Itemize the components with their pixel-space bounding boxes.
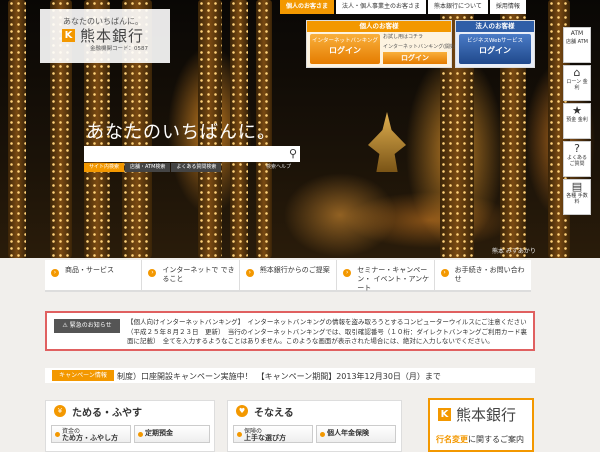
nav-proposals[interactable]: › 熊本銀行からのご提案 [240,260,338,290]
hero-catchphrase: あなたのいちばんに。 [86,122,276,143]
warning-icon: ⚠ [62,322,70,329]
how-to-save-button[interactable]: 資金の ため方・ふやし方 [51,425,131,443]
personal-login-box: 個人のお客様 インターネットバンキング ログイン お試し用はコチラ インターネッ… [306,20,462,68]
banner-subtitle: 行名変更に関するご案内 [436,434,524,445]
internet-banking-login-button[interactable]: インターネットバンキング ログイン [310,34,380,64]
campaign-text[interactable]: 制度）口座開設キャンペーン実施中！ 【キャンペーン期間】2013年12月30日（… [117,371,441,382]
topnav-personal[interactable]: 個人のお客さま [280,0,335,14]
heart-icon: ♥ [236,405,248,417]
star-icon: ★ [572,104,582,117]
search-icon[interactable]: ⚲ [289,147,297,160]
name-change-banner[interactable]: K 熊本銀行 行名変更に関するご案内 [428,398,534,452]
banner-subtitle-rest: に関するご案内 [468,435,524,444]
ib-button-label: インターネットバンキング [311,38,379,44]
ib-button-login: ログイン [329,46,361,55]
side-link-label: よくある ご質問 [566,155,587,167]
document-icon: ▤ [571,180,583,193]
photo-credit: 熊本 みずあかり [492,248,536,255]
chevron-right-icon: › [343,269,352,277]
banner-subtitle-bold: 行名変更 [436,435,468,444]
btn-big-label: 上手な選び方 [244,434,286,442]
pension-insurance-button[interactable]: 個人年金保険 [316,425,396,443]
bank-logo-icon: K [62,29,75,42]
campaign-label: キャンペーン情報 [52,370,114,381]
top-navigation: 個人のお客さま 法人・個人事業主のお客さま 熊本銀行について 採用情報 [278,0,526,14]
question-icon: ? [574,142,580,155]
corporate-login-box: 法人のお客様 ビジネスWebサービス ログイン [455,20,535,68]
chevron-right-icon: › [51,269,59,277]
biz-button-login: ログイン [479,46,511,55]
trial-link[interactable]: お試し用はコチラ [383,33,423,40]
side-link-atm[interactable]: ATM 店舗 ATM [563,27,591,63]
nav-label: セミナー・キャンペーン・ イベント・アンケート [357,266,430,292]
emergency-message[interactable]: 【個人向けインターネットバンキング】 インターネットバンキングの情報を盗み取ろう… [127,318,529,347]
banner-bank-name: 熊本銀行 [456,406,517,424]
nav-label: 商品・サービス [65,266,114,274]
chevron-right-icon: › [245,269,254,277]
time-deposit-button[interactable]: 定期預金 [134,425,210,443]
panel-prepare: ♥ そなえる 保険の 上手な選び方 個人年金保険 [227,400,402,452]
panel-save-title: ためる・ふやす [72,408,142,419]
main-navigation: › 商品・サービス › インターネットで できること › 熊本銀行からのご提案 › セミ… [45,260,531,292]
chevron-right-icon: › [148,269,157,277]
house-icon: ⌂ [573,66,581,79]
campaign-ticker: キャンペーン情報 制度）口座開設キャンペーン実施中！ 【キャンペーン期間】201… [45,368,535,383]
personal-login-title: 個人のお客様 [307,21,451,32]
yen-icon: ¥ [54,405,66,417]
business-web-login-button[interactable]: ビジネスWebサービス ログイン [459,34,531,64]
tab-faq-search[interactable]: よくある質問検索 [171,163,222,172]
topnav-about[interactable]: 熊本銀行について [428,0,488,14]
side-link-deposit[interactable]: ★ 預金 金利 [563,103,591,139]
tab-atm-search[interactable]: 店舗・ATM検索 [125,163,171,172]
btn-big-label: ため方・ふやし方 [62,434,118,442]
logo-bank-name[interactable]: 熊本銀行 [80,25,144,46]
btn-label: 個人年金保険 [327,429,369,437]
search-tabs: サイト内検索 店舗・ATM検索 よくある質問検索 [84,163,222,172]
side-link-label: 各種 手数料 [566,193,588,205]
chevron-right-icon: › [440,269,449,277]
side-link-label: 店舗 ATM [566,39,588,45]
btn-label: 定期預金 [145,429,173,437]
bullet-icon [55,432,60,437]
side-link-loan[interactable]: ⌂ ローン 金利 [563,65,591,101]
nav-internet[interactable]: › インターネットで できること [142,260,240,290]
bank-code: 金融機関コード：0587 [90,46,148,52]
nav-products[interactable]: › 商品・サービス [45,260,143,290]
nav-label: インターネットで できること [162,266,235,283]
tab-site-search[interactable]: サイト内検索 [84,163,125,172]
ib-start-label: インターネットバンキング(開始用) [383,44,463,50]
bullet-icon [138,432,143,437]
topnav-recruit[interactable]: 採用情報 [489,0,526,14]
side-link-fees[interactable]: ▤ 各種 手数料 [563,179,591,215]
bank-logo-icon: K [438,408,451,421]
corporate-login-title: 法人のお客様 [456,21,534,32]
emergency-notice: ⚠ 緊急のお知らせ 【個人向けインターネットバンキング】 インターネットバンキン… [45,311,535,351]
topnav-corporate[interactable]: 法人・個人事業主のお客さま [336,0,427,14]
insurance-guide-button[interactable]: 保険の 上手な選び方 [233,425,313,443]
nav-label: お手続き・お問い合わせ [454,266,525,283]
side-link-label: ローン 金利 [566,79,588,91]
emergency-label-text: 緊急のお知らせ [69,322,112,329]
search-help-link[interactable]: 検索ヘルプ [266,163,291,170]
bullet-icon [237,432,242,437]
bullet-icon [320,432,325,437]
site-search-input[interactable]: ⚲ [84,146,300,162]
panel-save: ¥ ためる・ふやす 資金の ため方・ふやし方 定期預金 [45,400,215,452]
atm-icon: ATM [570,30,584,37]
nav-label: 熊本銀行からのご提案 [259,266,330,274]
biz-button-label: ビジネスWebサービス [467,38,523,44]
emergency-label: ⚠ 緊急のお知らせ [54,319,120,333]
nav-seminars[interactable]: › セミナー・キャンペーン・ イベント・アンケート [337,260,435,292]
side-link-label: 預金 金利 [566,117,588,123]
panel-prepare-title: そなえる [254,408,294,419]
nav-procedures[interactable]: › お手続き・お問い合わせ [435,260,531,290]
bamboo-lantern [8,0,26,258]
ib-start-login-button[interactable]: ログイン [383,52,447,64]
statue-silhouette [368,112,406,172]
side-link-faq[interactable]: ? よくある ご質問 [563,141,591,177]
